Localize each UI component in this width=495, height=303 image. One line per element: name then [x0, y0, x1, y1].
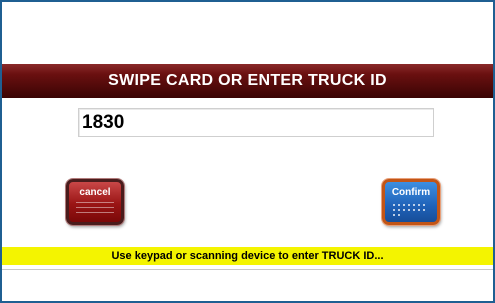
status-bar: Use keypad or scanning device to enter T…: [2, 247, 493, 265]
truck-id-input[interactable]: [78, 108, 434, 137]
button-texture-lines: [76, 202, 114, 217]
confirm-button[interactable]: Confirm: [382, 179, 440, 225]
status-message: Use keypad or scanning device to enter T…: [111, 250, 384, 262]
confirm-button-label: Confirm: [391, 187, 431, 198]
cancel-button-label: cancel: [79, 187, 111, 198]
page-title: SWIPE CARD OR ENTER TRUCK ID: [108, 72, 387, 89]
cancel-button[interactable]: cancel: [66, 179, 124, 225]
title-bar: SWIPE CARD OR ENTER TRUCK ID: [2, 64, 493, 98]
kiosk-screen: SWIPE CARD OR ENTER TRUCK ID cancel Conf…: [2, 2, 493, 301]
button-texture-dots: [393, 204, 429, 216]
divider: [2, 269, 493, 270]
